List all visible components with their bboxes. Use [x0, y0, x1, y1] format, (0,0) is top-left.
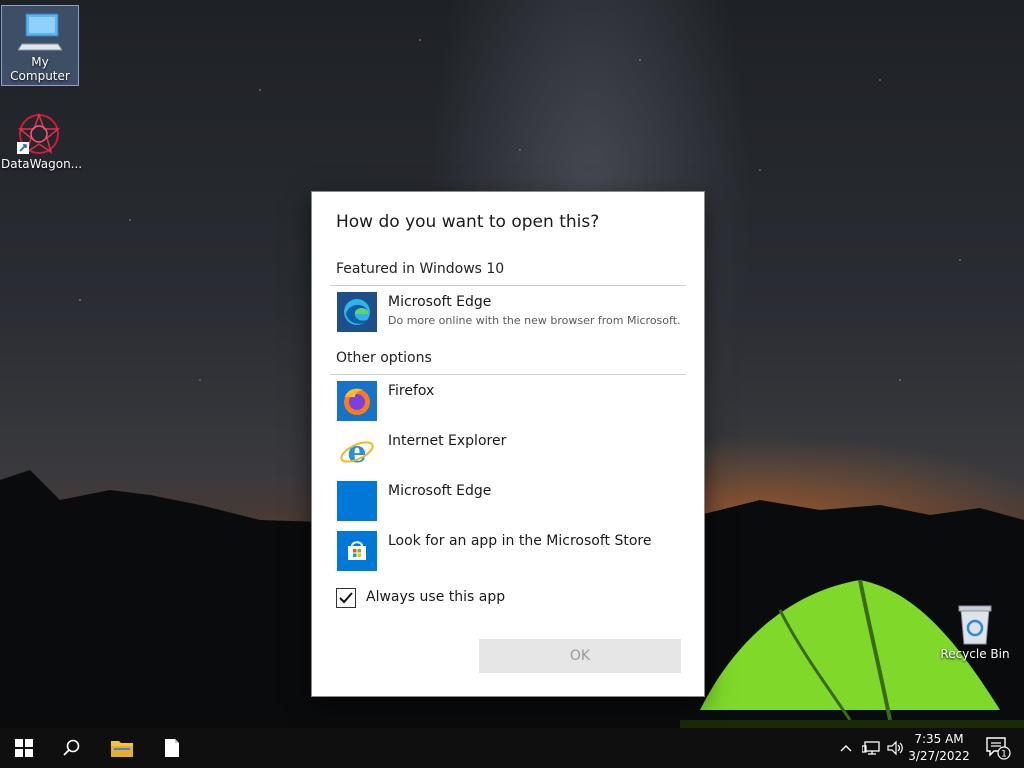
svg-text:e: e: [347, 435, 366, 470]
app-name: Microsoft Edge: [388, 294, 492, 310]
tray-overflow-button[interactable]: [836, 728, 856, 768]
store-icon: [337, 531, 377, 571]
always-use-checkbox[interactable]: [336, 588, 356, 608]
recycle-bin-icon: [958, 605, 992, 645]
notification-count: 1: [1001, 750, 1007, 760]
featured-heading: Featured in Windows 10: [336, 261, 505, 277]
desktop-icon-label: My Computer: [10, 55, 70, 83]
app-option-featured-edge[interactable]: Microsoft Edge Do more online with the n…: [330, 292, 686, 338]
tray-volume[interactable]: [884, 728, 908, 768]
app-option-firefox[interactable]: Firefox: [330, 381, 686, 427]
tray-network[interactable]: [858, 728, 884, 768]
desktop-icon-recycle-bin[interactable]: Recycle Bin: [937, 598, 1013, 663]
app-option-store[interactable]: Look for an app in the Microsoft Store: [330, 531, 686, 577]
app-name: Look for an app in the Microsoft Store: [388, 533, 652, 549]
windows-logo-icon: [15, 739, 33, 757]
search-icon: [63, 739, 80, 756]
edge-icon: [337, 292, 377, 332]
dialog-title: How do you want to open this?: [336, 212, 600, 232]
document-icon: [165, 739, 179, 757]
edge-legacy-icon: [337, 481, 377, 521]
action-center-button[interactable]: 1: [978, 728, 1018, 768]
datawagon-icon: [17, 112, 61, 154]
notification-icon: 1: [986, 737, 1011, 760]
desktop-icon-my-computer[interactable]: My Computer: [1, 5, 79, 86]
app-option-edge-legacy[interactable]: Microsoft Edge: [330, 481, 686, 527]
network-icon: [862, 741, 880, 755]
app-option-internet-explorer[interactable]: e Internet Explorer: [330, 431, 686, 477]
app-name: Microsoft Edge: [388, 483, 492, 499]
desktop-icon-label: DataWagon...: [1, 157, 83, 171]
taskbar-document[interactable]: [148, 728, 196, 768]
app-name: Firefox: [388, 383, 435, 399]
desktop-icon-label: Recycle Bin: [940, 647, 1010, 661]
divider: [330, 374, 686, 375]
app-name: Internet Explorer: [388, 433, 507, 449]
clock-time: 7:35 AM: [914, 732, 964, 746]
other-options-heading: Other options: [336, 350, 432, 366]
computer-icon: [18, 13, 62, 51]
desktop-icon-datawagon[interactable]: DataWagon...: [1, 108, 83, 173]
clock-date: 3/27/2022: [908, 749, 970, 763]
open-with-dialog: How do you want to open this? Featured i…: [312, 192, 704, 696]
search-button[interactable]: [48, 728, 96, 768]
start-button[interactable]: [0, 728, 48, 768]
volume-icon: [887, 740, 903, 756]
taskbar: 7:35 AM 3/27/2022 1: [0, 728, 1024, 768]
tray-clock[interactable]: 7:35 AM 3/27/2022: [908, 731, 970, 765]
always-use-label: Always use this app: [366, 589, 506, 605]
divider: [330, 285, 686, 286]
firefox-icon: [337, 381, 377, 421]
internet-explorer-icon: e: [340, 435, 374, 470]
taskbar-file-explorer[interactable]: [98, 728, 146, 768]
folder-icon: [111, 741, 133, 757]
app-description: Do more online with the new browser from…: [388, 314, 681, 327]
chevron-up-icon: [840, 745, 852, 752]
checkmark-icon: [339, 592, 353, 604]
ok-button[interactable]: OK: [479, 639, 681, 673]
